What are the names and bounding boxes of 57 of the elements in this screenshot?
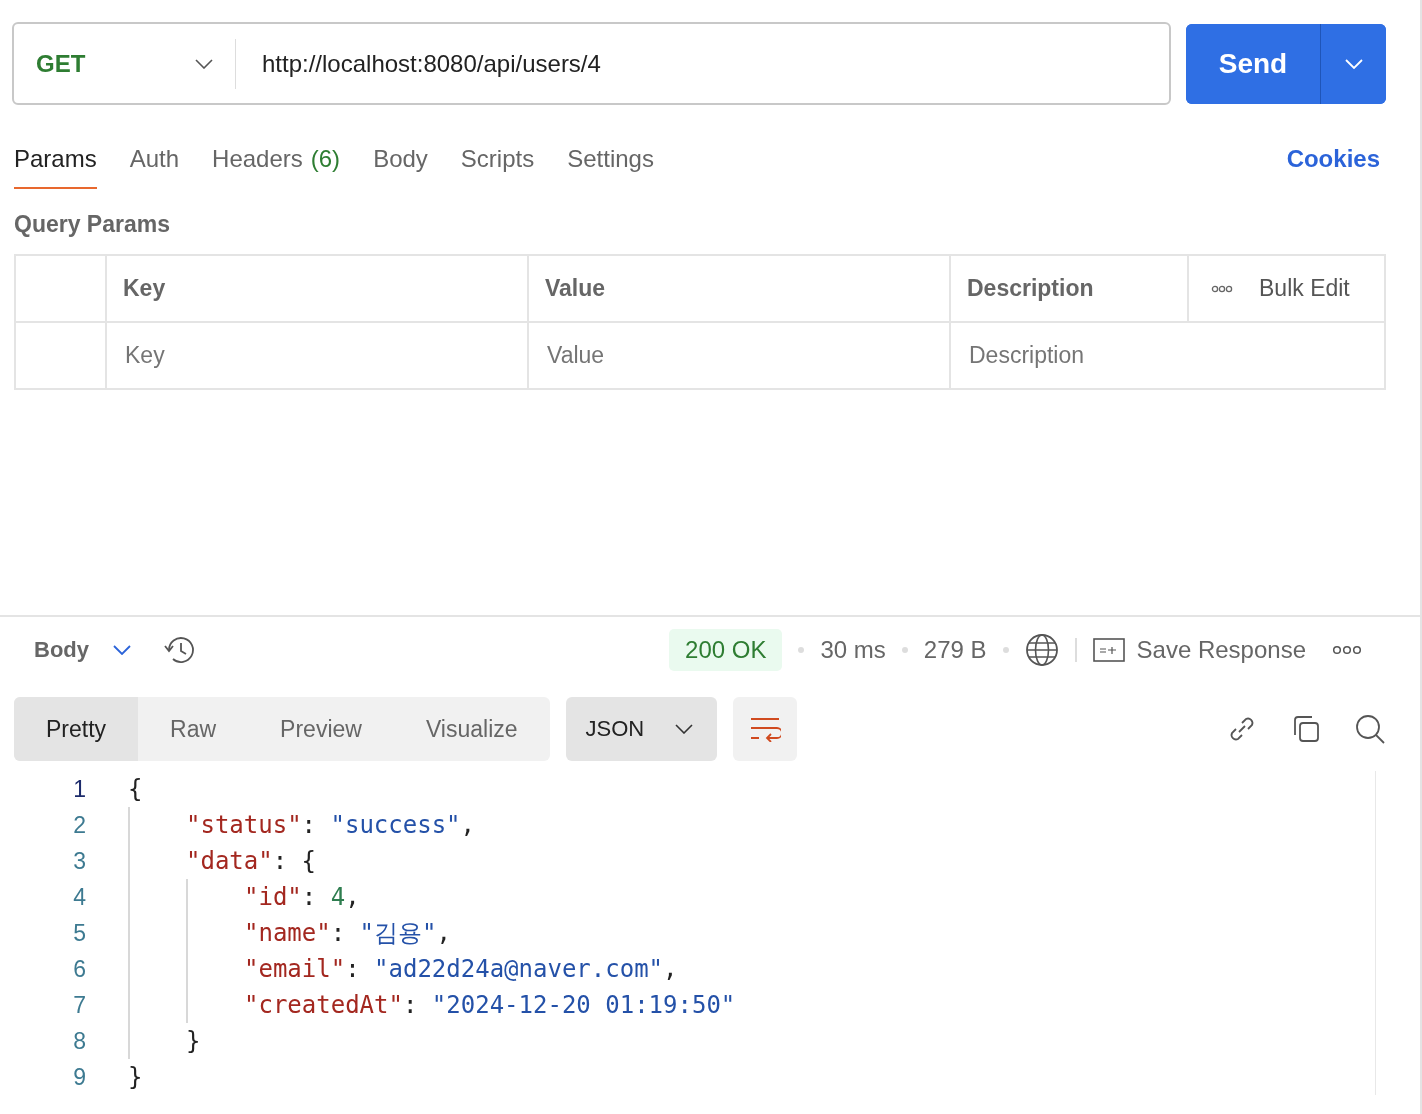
status-badge: 200 OK <box>669 629 783 671</box>
code-line: { <box>128 775 143 803</box>
view-tab[interactable]: Pretty <box>14 697 139 761</box>
method-dropdown[interactable]: GET <box>14 38 236 89</box>
code-line: "name": "김용", <box>244 918 451 949</box>
wrap-lines-button[interactable] <box>732 697 797 761</box>
view-tab[interactable]: Visualize <box>393 697 550 761</box>
request-tab[interactable]: Params <box>14 145 97 189</box>
line-number: 1 <box>72 775 86 803</box>
format-dropdown[interactable]: JSON <box>565 697 717 761</box>
line-number: 4 <box>72 883 86 911</box>
line-number: 7 <box>72 991 86 1019</box>
param-input[interactable]: Description <box>951 323 1384 388</box>
response-time: 30 ms <box>820 636 886 664</box>
code-line: "data": { <box>186 847 317 875</box>
url-field[interactable]: GET http://localhost:8080/api/users/4 <box>12 22 1171 105</box>
request-tab[interactable]: Body <box>373 145 428 189</box>
line-number: 8 <box>72 1027 86 1055</box>
cookies-link[interactable]: Cookies <box>1286 145 1380 189</box>
example-icon <box>1092 638 1125 662</box>
param-input[interactable]: Value <box>529 323 951 388</box>
request-tab[interactable]: Auth <box>129 145 180 189</box>
line-number: 6 <box>72 955 86 983</box>
more-icon[interactable] <box>1211 284 1233 293</box>
code-line: "id": 4, <box>244 883 360 911</box>
wrap-lines-icon <box>748 716 781 742</box>
line-number: 2 <box>72 811 86 839</box>
bulk-edit-button[interactable]: Bulk Edit <box>1253 274 1356 303</box>
chevron-down-icon <box>195 58 213 69</box>
param-input[interactable]: Key <box>107 323 529 388</box>
column-header: Value <box>529 256 951 321</box>
save-response-button[interactable]: Save Response <box>1092 636 1306 664</box>
code-line: } <box>186 1027 201 1055</box>
line-number: 9 <box>72 1063 86 1091</box>
more-icon[interactable] <box>1332 645 1362 655</box>
globe-icon[interactable] <box>1024 633 1059 667</box>
request-tab[interactable]: Settings <box>567 145 654 189</box>
search-icon[interactable] <box>1354 713 1386 745</box>
line-number: 5 <box>72 919 86 947</box>
code-line: "status": "success", <box>186 811 475 839</box>
column-header: Key <box>107 256 529 321</box>
chevron-down-icon <box>674 724 693 734</box>
chevron-down-icon <box>1344 58 1363 69</box>
response-section-dropdown[interactable]: Body <box>34 637 131 663</box>
code-line: } <box>128 1063 143 1091</box>
history-icon[interactable] <box>163 634 197 666</box>
view-tab[interactable]: Preview <box>248 697 394 761</box>
code-line: "email": "ad22d24a@naver.com", <box>244 955 678 983</box>
code-line: "createdAt": "2024-12-20 01:19:50" <box>244 991 736 1019</box>
response-size: 279 B <box>923 636 987 664</box>
request-tab[interactable]: Headers (6) <box>212 145 341 189</box>
column-header: Description <box>951 256 1189 321</box>
section-title: Query Params <box>14 211 171 238</box>
line-number: 3 <box>72 847 86 875</box>
view-tab[interactable]: Raw <box>138 697 249 761</box>
chevron-down-icon <box>113 645 131 655</box>
request-tab[interactable]: Scripts <box>460 145 535 189</box>
